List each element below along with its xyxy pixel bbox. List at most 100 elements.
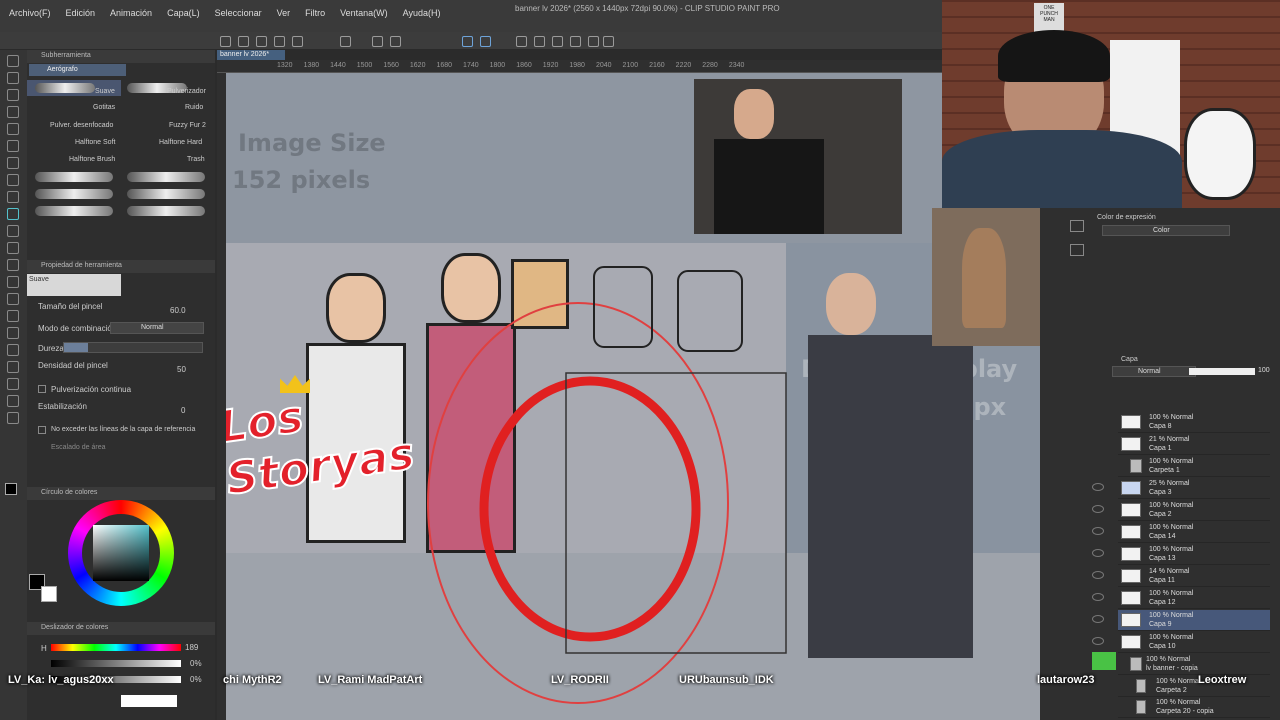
folder-row[interactable]: 100 % Normal Carpeta 1: [1118, 456, 1270, 477]
v-value[interactable]: 0%: [190, 675, 202, 684]
folder-row[interactable]: 100 % Normal Carpeta 20 - copia: [1118, 697, 1270, 718]
visibility-eye-icon[interactable]: [1092, 483, 1104, 491]
snap-icon[interactable]: [462, 36, 473, 47]
brush-gotitas[interactable]: Gotitas: [93, 104, 115, 111]
settings-icon[interactable]: [603, 36, 614, 47]
gradient-tool-icon[interactable]: [7, 310, 19, 322]
layer-row[interactable]: 100 % Normal Capa 8: [1118, 412, 1270, 433]
airbrush-tool-icon[interactable]: [7, 208, 19, 220]
eyedropper-icon[interactable]: [7, 157, 19, 169]
layer-row[interactable]: 14 % Normal Capa 11: [1118, 566, 1270, 587]
layer-blend-select[interactable]: Normal: [1112, 366, 1196, 377]
redo-icon[interactable]: [292, 36, 303, 47]
hue-slider[interactable]: [51, 644, 181, 651]
figure-tool-icon[interactable]: [7, 327, 19, 339]
size-value[interactable]: 60.0: [170, 306, 186, 315]
brush-pulver-desenfocado[interactable]: Pulver. desenfocado: [50, 122, 113, 129]
blend-tool-icon[interactable]: [7, 276, 19, 288]
open-icon[interactable]: [238, 36, 249, 47]
save-icon[interactable]: [256, 36, 267, 47]
navigator-icon[interactable]: [1070, 220, 1084, 232]
brush-halftone-brush[interactable]: Halftone Brush: [69, 156, 115, 163]
visibility-eye-icon[interactable]: [1092, 549, 1104, 557]
correct-line-icon[interactable]: [7, 412, 19, 424]
brush-pulverizador[interactable]: Pulverizador: [167, 88, 206, 95]
pen-tool-icon[interactable]: [7, 174, 19, 186]
move-layer-icon[interactable]: [7, 106, 19, 118]
layer-row[interactable]: 21 % Normal Capa 1: [1118, 434, 1270, 455]
menu-archivo[interactable]: Archivo(F): [9, 8, 51, 18]
folder-row[interactable]: 100 % Normal lv banner - copia: [1118, 654, 1270, 675]
canvas[interactable]: Image Size 152 pixels Desktop display 25…: [226, 73, 1040, 720]
visibility-eye-icon[interactable]: [1092, 637, 1104, 645]
wheel-sub-swatch[interactable]: [41, 586, 57, 602]
density-value[interactable]: 50: [177, 365, 186, 374]
brush-trash[interactable]: Trash: [187, 156, 205, 163]
eraser-tool-icon[interactable]: [7, 259, 19, 271]
layer-row[interactable]: 100 % Normal Capa 12: [1118, 588, 1270, 609]
brush-tool-icon[interactable]: [7, 225, 19, 237]
balloon-tool-icon[interactable]: [7, 395, 19, 407]
operation-tool-icon[interactable]: [7, 89, 19, 101]
document-tab[interactable]: banner lv 2026*: [217, 50, 285, 60]
layer-row-selected[interactable]: 100 % Normal Capa 9: [1118, 610, 1270, 631]
fill-icon[interactable]: [372, 36, 383, 47]
layer-row[interactable]: 100 % Normal Capa 2: [1118, 500, 1270, 521]
main-color-swatch[interactable]: [5, 483, 17, 495]
visibility-eye-icon[interactable]: [1092, 593, 1104, 601]
menu-ventana[interactable]: Ventana(W): [340, 8, 388, 18]
transform-icon[interactable]: [340, 36, 351, 47]
grid-icon[interactable]: [516, 36, 527, 47]
material-icon[interactable]: [1070, 244, 1084, 256]
blend-mode-select[interactable]: Normal: [110, 322, 204, 334]
brush-suave[interactable]: Suave: [95, 88, 115, 95]
stabilization-value[interactable]: 0: [181, 406, 185, 415]
saturation-slider[interactable]: [51, 660, 181, 667]
expression-color-select[interactable]: Color: [1102, 225, 1230, 236]
brush-halftone-soft[interactable]: Halftone Soft: [75, 139, 115, 146]
text-tool-icon[interactable]: [7, 378, 19, 390]
layer-row[interactable]: 25 % Normal Capa 3: [1118, 478, 1270, 499]
snap-ruler-icon[interactable]: [480, 36, 491, 47]
pencil-tool-icon[interactable]: [7, 191, 19, 203]
h-value[interactable]: 189: [185, 643, 198, 652]
brush-halftone-hard[interactable]: Halftone Hard: [159, 139, 202, 146]
color-square[interactable]: [93, 525, 149, 581]
sub-color-bar[interactable]: [121, 695, 177, 707]
visibility-eye-icon[interactable]: [1092, 505, 1104, 513]
rotate-icon[interactable]: [552, 36, 563, 47]
visibility-eye-icon[interactable]: [1092, 615, 1104, 623]
frame-tool-icon[interactable]: [7, 344, 19, 356]
layer-row[interactable]: 100 % Normal Capa 10: [1118, 632, 1270, 653]
visibility-eye-icon[interactable]: [1092, 527, 1104, 535]
menu-seleccionar[interactable]: Seleccionar: [215, 8, 262, 18]
folder-row[interactable]: 100 % Normal Carpeta 2: [1118, 676, 1270, 697]
menu-animacion[interactable]: Animación: [110, 8, 152, 18]
brush-fuzzy-fur[interactable]: Fuzzy Fur 2: [169, 122, 206, 129]
menu-ayuda[interactable]: Ayuda(H): [403, 8, 441, 18]
selection-tool-icon[interactable]: [7, 123, 19, 135]
crop-icon[interactable]: [534, 36, 545, 47]
reference-checkbox[interactable]: [38, 426, 46, 434]
menu-filtro[interactable]: Filtro: [305, 8, 325, 18]
menu-ver[interactable]: Ver: [277, 8, 291, 18]
brush-ruido[interactable]: Ruido: [185, 104, 203, 111]
new-icon[interactable]: [220, 36, 231, 47]
visibility-eye-icon[interactable]: [1092, 571, 1104, 579]
ruler-icon[interactable]: [588, 36, 599, 47]
fill-tool-icon[interactable]: [7, 293, 19, 305]
layer-opacity-slider[interactable]: [1189, 368, 1255, 375]
decoration-tool-icon[interactable]: [7, 242, 19, 254]
subtool-group-airbrush[interactable]: Aerógrafo: [29, 64, 126, 76]
move-tool-icon[interactable]: [7, 72, 19, 84]
auto-select-icon[interactable]: [7, 140, 19, 152]
undo-icon[interactable]: [274, 36, 285, 47]
hardness-slider[interactable]: [63, 342, 203, 353]
continuous-checkbox[interactable]: [38, 385, 46, 393]
layer-opacity-value[interactable]: 100: [1258, 367, 1270, 374]
flip-icon[interactable]: [570, 36, 581, 47]
menu-edicion[interactable]: Edición: [66, 8, 96, 18]
color-wheel[interactable]: [68, 500, 174, 606]
menu-capa[interactable]: Capa(L): [167, 8, 200, 18]
selection-icon[interactable]: [390, 36, 401, 47]
